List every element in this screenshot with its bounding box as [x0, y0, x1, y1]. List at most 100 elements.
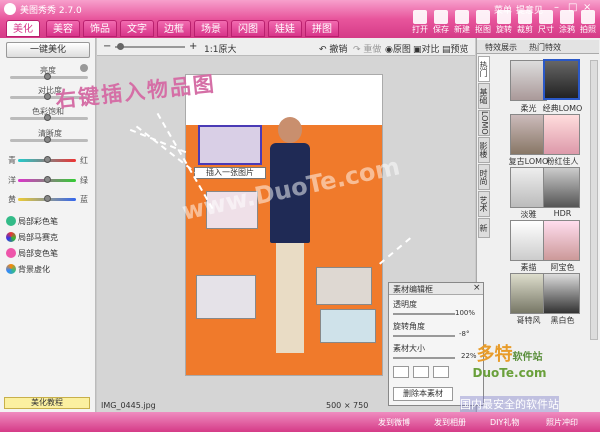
accessories-photo[interactable]: [316, 267, 372, 305]
meitu-logo-icon: [4, 3, 16, 15]
local-color-pen[interactable]: 局部彩色笔: [18, 216, 58, 227]
rotate-button[interactable]: 旋转: [494, 10, 514, 35]
tab-frame[interactable]: 边框: [157, 20, 191, 37]
save-button[interactable]: 保存: [431, 10, 451, 35]
zoom-in-icon[interactable]: +: [189, 41, 197, 52]
original-button[interactable]: ◉原图: [385, 42, 411, 55]
preview-button[interactable]: ▤预览: [442, 42, 469, 55]
magenta-label: 洋: [8, 176, 16, 185]
vtab-new[interactable]: 新: [478, 218, 490, 238]
vtab-hot[interactable]: 热门: [478, 56, 490, 82]
tab-beauty[interactable]: 美容: [46, 20, 80, 37]
shoes-photo[interactable]: [196, 275, 256, 319]
tab-beautify[interactable]: 美化: [6, 20, 40, 37]
camera-button[interactable]: 拍照: [578, 10, 598, 35]
vtab-lomo[interactable]: LOMO: [478, 110, 490, 136]
flip-horizontal-icon[interactable]: [393, 366, 409, 378]
contrast-knob[interactable]: [44, 93, 51, 100]
dimensions-text: 500 × 750: [326, 401, 369, 410]
vtab-art[interactable]: 艺术: [478, 191, 490, 217]
insert-image-label: 插入一张图片: [194, 167, 266, 179]
effect-thumb-bw[interactable]: [543, 273, 580, 314]
zoom-knob[interactable]: [117, 43, 124, 50]
actual-size-button[interactable]: 1:1原大: [204, 42, 237, 55]
tab-collage[interactable]: 拼图: [305, 20, 339, 37]
one-click-beautify-button[interactable]: 一键美化: [6, 42, 90, 58]
size-button[interactable]: 尺寸: [536, 10, 556, 35]
cyan-red-knob[interactable]: [44, 156, 51, 163]
effect-thumb-gothic[interactable]: [510, 273, 547, 314]
edited-image[interactable]: 插入一张图片: [185, 74, 383, 376]
effects-tab-bar: 特效展示 热门特效: [477, 40, 599, 54]
delete-material-button[interactable]: 删除本素材: [393, 387, 453, 401]
effect-thumb-pink[interactable]: [543, 114, 580, 155]
new-button[interactable]: 新建: [452, 10, 472, 35]
effect-thumb-abao[interactable]: [543, 220, 580, 261]
album-share-button[interactable]: 发到相册: [434, 417, 466, 428]
compare-button[interactable]: ▣对比: [413, 42, 440, 55]
opacity-slider[interactable]: [393, 313, 455, 315]
zoom-out-icon[interactable]: −: [103, 41, 111, 52]
material-editor-header: 素材编辑框 ×: [389, 283, 483, 295]
tab-hot-effects[interactable]: 热门特效: [529, 42, 561, 53]
photo-print-button[interactable]: 照片冲印: [546, 417, 578, 428]
status-bar: 发到微博 发到相册 DIY礼物 照片冲印: [0, 412, 600, 432]
brand-name: 多特软件站: [476, 344, 543, 365]
diy-gift-button[interactable]: DIY礼物: [490, 417, 519, 428]
color-change-icon: [6, 248, 16, 258]
local-mosaic[interactable]: 局部马赛克: [18, 232, 58, 243]
tab-scene[interactable]: 场景: [194, 20, 228, 37]
redo-button[interactable]: ↷ 重做: [353, 42, 381, 55]
yellow-blue-knob[interactable]: [44, 195, 51, 202]
effect-thumb-lomo[interactable]: [543, 59, 580, 100]
tab-text[interactable]: 文字: [120, 20, 154, 37]
effect-label: 阿宝色: [550, 263, 575, 272]
effect-label: 粉红佳人: [546, 157, 579, 166]
red-label: 红: [80, 156, 88, 165]
open-button[interactable]: 打开: [410, 10, 430, 35]
effect-thumb-hdr[interactable]: [543, 167, 580, 208]
blue-label: 蓝: [80, 195, 88, 204]
tab-doll[interactable]: 娃娃: [268, 20, 302, 37]
size-slider[interactable]: [393, 357, 455, 359]
effect-label: 黑白色: [550, 316, 575, 325]
saturation-knob[interactable]: [44, 114, 51, 121]
reset-icon[interactable]: [80, 64, 88, 72]
folder-icon: [413, 10, 427, 24]
yellow-label: 黄: [8, 195, 16, 204]
effect-thumb-elegant[interactable]: [510, 167, 547, 208]
new-icon: [455, 10, 469, 24]
vtab-fashion[interactable]: 时尚: [478, 164, 490, 190]
doodle-button[interactable]: 涂鸦: [557, 10, 577, 35]
effect-thumb-retro-lomo[interactable]: [510, 114, 547, 155]
vtab-studio[interactable]: 影楼: [478, 137, 490, 163]
brightness-knob[interactable]: [44, 73, 51, 80]
zoom-slider[interactable]: [115, 46, 185, 48]
inserted-purse-photo[interactable]: [198, 125, 262, 165]
tutorial-button[interactable]: 美化教程: [4, 397, 90, 409]
crop-button[interactable]: 裁剪: [515, 10, 535, 35]
filename-text: IMG_0445.jpg: [101, 401, 156, 410]
weibo-share-button[interactable]: 发到微博: [378, 417, 410, 428]
flip-vertical-icon[interactable]: [413, 366, 429, 378]
app-title: 美图秀秀 2.7.0: [20, 6, 82, 16]
tab-accessories[interactable]: 饰品: [83, 20, 117, 37]
effects-scrollbar[interactable]: [590, 60, 598, 340]
tab-effects-show[interactable]: 特效展示: [485, 42, 517, 53]
effect-thumb-sketch[interactable]: [510, 220, 547, 261]
rotation-value: -8°: [459, 330, 470, 338]
close-icon[interactable]: ×: [473, 283, 481, 293]
vtab-basic[interactable]: 基础: [478, 83, 490, 109]
copy-icon[interactable]: [433, 366, 449, 378]
magenta-green-knob[interactable]: [44, 176, 51, 183]
tab-flash[interactable]: 闪图: [231, 20, 265, 37]
rotate-icon: [497, 10, 511, 24]
local-color-change[interactable]: 局部变色笔: [18, 248, 58, 259]
effect-thumb-soft[interactable]: [510, 60, 547, 101]
rotation-slider[interactable]: [393, 335, 455, 337]
background-blur[interactable]: 背景虚化: [18, 264, 50, 275]
cutout-button[interactable]: 抠图: [473, 10, 493, 35]
undo-button[interactable]: ↶ 撤销: [319, 42, 347, 55]
sharpness-knob[interactable]: [44, 136, 51, 143]
flowers-photo[interactable]: [320, 309, 376, 343]
